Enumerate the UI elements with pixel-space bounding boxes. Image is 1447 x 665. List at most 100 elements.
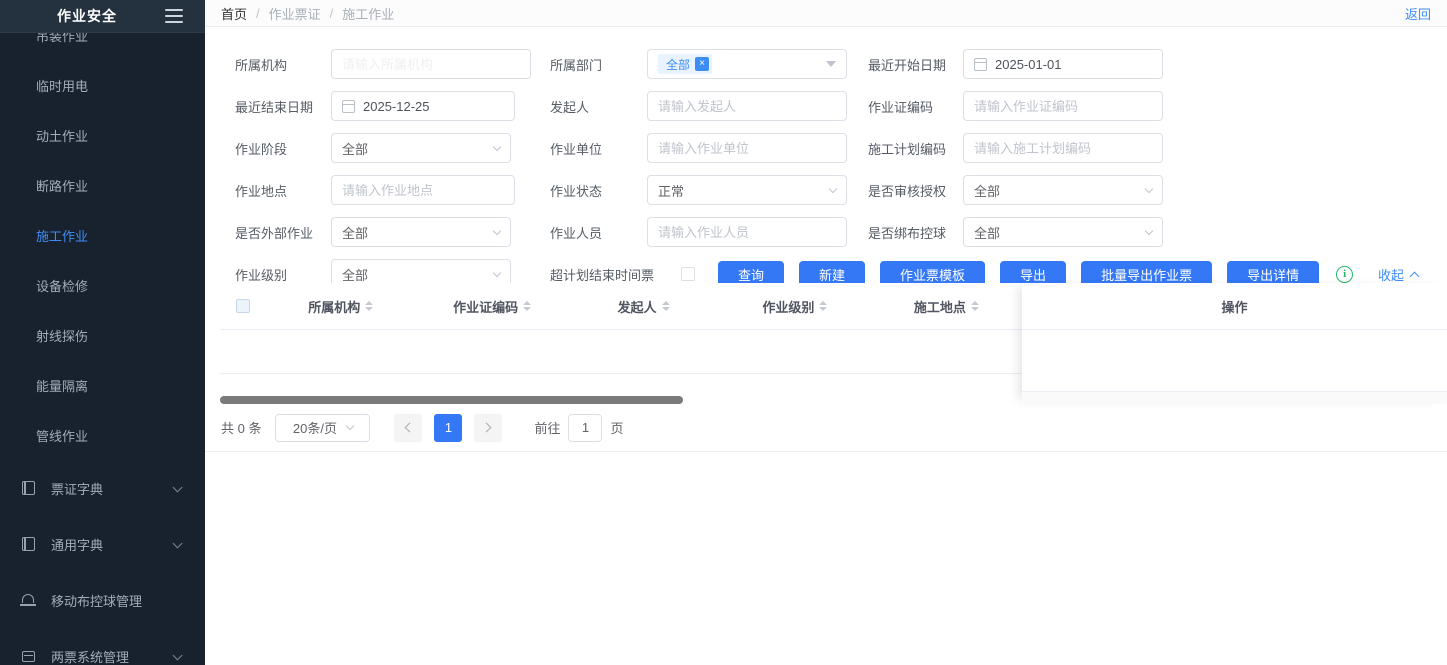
initiator-input[interactable] — [647, 91, 847, 121]
pagination: 共 0 条 20条/页 1 前往 页 — [205, 404, 1447, 452]
sidebar-group-item-2[interactable]: 移动布控球管理 — [0, 572, 205, 628]
dept-multiselect[interactable]: 全部 — [647, 49, 847, 79]
goto-label: 前往 — [534, 418, 560, 437]
audit-auth-label: 是否审核授权 — [868, 175, 946, 205]
sidebar-group-label: 两票系统管理 — [51, 647, 129, 665]
sidebar-group-label: 票证字典 — [51, 479, 103, 498]
permit-code-input[interactable] — [963, 91, 1163, 121]
select-all-checkbox[interactable] — [236, 299, 250, 313]
breadcrumb-home[interactable]: 首页 — [221, 4, 247, 23]
sidebar-group-label: 通用字典 — [51, 535, 103, 554]
breadcrumb-separator — [330, 6, 334, 21]
column-header-4[interactable]: 施工地点 — [871, 297, 1022, 316]
overtime-ticket-checkbox[interactable] — [681, 267, 695, 281]
sort-icon[interactable] — [971, 301, 979, 311]
sidebar-group-item-3[interactable]: 两票系统管理 — [0, 628, 205, 665]
book-icon — [20, 536, 36, 552]
sidebar: 吊装作业临时用电动土作业断路作业施工作业设备检修射线探伤能量隔离管线作业 票证字… — [0, 0, 205, 665]
sidebar-header: 作业安全 — [0, 0, 205, 33]
column-header-0[interactable]: 所属机构 — [265, 297, 416, 316]
calendar-icon — [974, 58, 987, 71]
table-scroll-area: 所属机构作业证编码发起人作业级别施工地点 — [220, 283, 1022, 404]
hamburger-menu-icon[interactable] — [165, 9, 183, 23]
chevron-down-icon — [493, 268, 501, 276]
back-link[interactable]: 返回 — [1405, 4, 1431, 23]
filter-panel: 所属机构 所属部门 全部 最近开始日期 2025-01-01 最近结束日期 — [205, 27, 1447, 310]
ball-bound-select[interactable]: 全部 — [963, 217, 1163, 247]
page-size-select[interactable]: 20条/页 — [275, 414, 370, 442]
sort-icon[interactable] — [365, 301, 373, 311]
app-title: 作业安全 — [57, 6, 117, 26]
chevron-down-icon — [173, 483, 183, 493]
tickets-icon — [20, 648, 36, 664]
stage-label: 作业阶段 — [235, 133, 287, 163]
table-fixed-column: 操作 — [1022, 283, 1447, 404]
sidebar-item-6[interactable]: 射线探伤 — [0, 310, 205, 360]
sidebar-item-8[interactable]: 管线作业 — [0, 410, 205, 460]
unit-input[interactable] — [647, 133, 847, 163]
book-icon — [20, 480, 36, 496]
personnel-input[interactable] — [647, 217, 847, 247]
sidebar-group-item-1[interactable]: 通用字典 — [0, 516, 205, 572]
sidebar-group-item-0[interactable]: 票证字典 — [0, 460, 205, 516]
chevron-down-icon — [493, 142, 501, 150]
chevron-right-icon — [482, 423, 492, 433]
chevron-down-icon — [1145, 226, 1153, 234]
sort-icon[interactable] — [819, 301, 827, 311]
collapse-toggle[interactable]: 收起 — [1378, 265, 1432, 284]
sidebar-item-3[interactable]: 断路作业 — [0, 160, 205, 210]
total-count: 共 0 条 — [221, 418, 261, 437]
status-select[interactable]: 正常 — [647, 175, 847, 205]
breadcrumb-separator — [256, 6, 260, 21]
sidebar-menu: 吊装作业临时用电动土作业断路作业施工作业设备检修射线探伤能量隔离管线作业 — [0, 10, 205, 460]
end-date-picker[interactable]: 2025-12-25 — [331, 91, 515, 121]
horizontal-scrollbar-thumb[interactable] — [220, 396, 683, 404]
breadcrumb-current-page: 施工作业 — [342, 4, 394, 23]
status-label: 作业状态 — [550, 175, 602, 205]
column-header-2[interactable]: 发起人 — [568, 297, 719, 316]
sidebar-item-5[interactable]: 设备检修 — [0, 260, 205, 310]
sidebar-item-1[interactable]: 临时用电 — [0, 60, 205, 110]
calendar-icon — [342, 100, 355, 113]
initiator-label: 发起人 — [550, 91, 589, 121]
table-header-scroll: 所属机构作业证编码发起人作业级别施工地点 — [220, 283, 1022, 330]
prev-page-button[interactable] — [394, 414, 422, 442]
chevron-up-icon — [1410, 271, 1420, 281]
personnel-label: 作业人员 — [550, 217, 602, 247]
page-1-button[interactable]: 1 — [434, 414, 462, 442]
external-select[interactable]: 全部 — [331, 217, 511, 247]
end-date-label: 最近结束日期 — [235, 91, 313, 121]
breadcrumb-work-tickets[interactable]: 作业票证 — [269, 4, 321, 23]
column-header-3[interactable]: 作业级别 — [719, 297, 870, 316]
chevron-left-icon — [405, 423, 415, 433]
tag-close-icon[interactable] — [695, 57, 709, 71]
dome-camera-icon — [20, 592, 36, 608]
page-unit-label: 页 — [610, 418, 623, 437]
topbar: 首页 作业票证 施工作业 返回 — [205, 0, 1447, 27]
location-input[interactable] — [331, 175, 515, 205]
goto-page-input[interactable] — [568, 414, 602, 442]
start-date-picker[interactable]: 2025-01-01 — [963, 49, 1163, 79]
org-input[interactable] — [331, 49, 531, 79]
sidebar-item-4[interactable]: 施工作业 — [0, 210, 205, 260]
location-label: 作业地点 — [235, 175, 287, 205]
permit-code-label: 作业证编码 — [868, 91, 933, 121]
chevron-down-icon — [829, 184, 837, 192]
breadcrumb: 首页 作业票证 施工作业 — [221, 4, 394, 23]
sort-icon[interactable] — [523, 301, 531, 311]
sidebar-groups: 票证字典通用字典移动布控球管理两票系统管理 — [0, 460, 205, 665]
start-date-label: 最近开始日期 — [868, 49, 946, 79]
main-content: 首页 作业票证 施工作业 返回 所属机构 所属部门 全部 最近开始日期 — [205, 0, 1447, 665]
stage-select[interactable]: 全部 — [331, 133, 511, 163]
info-circle-icon[interactable] — [1336, 266, 1353, 283]
plan-code-input[interactable] — [963, 133, 1163, 163]
dept-label: 所属部门 — [550, 49, 602, 79]
sidebar-item-2[interactable]: 动土作业 — [0, 110, 205, 160]
sidebar-item-7[interactable]: 能量隔离 — [0, 360, 205, 410]
sort-icon[interactable] — [662, 301, 670, 311]
results-table: 所属机构作业证编码发起人作业级别施工地点 操作 — [205, 283, 1447, 404]
org-label: 所属机构 — [235, 49, 287, 79]
next-page-button[interactable] — [474, 414, 502, 442]
column-header-1[interactable]: 作业证编码 — [416, 297, 567, 316]
audit-auth-select[interactable]: 全部 — [963, 175, 1163, 205]
